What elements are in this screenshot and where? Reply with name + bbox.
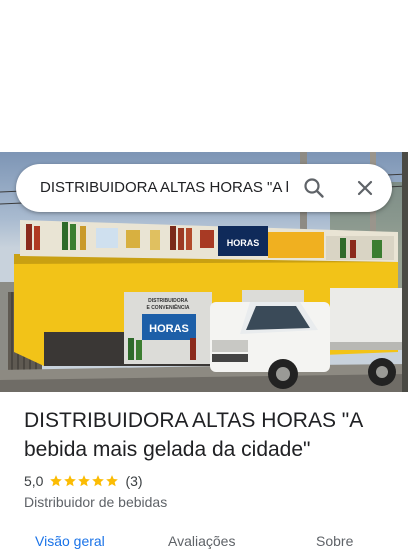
clear-search-button[interactable]: [349, 172, 381, 204]
star-icon: [78, 475, 91, 487]
place-category[interactable]: Distribuidor de bebidas: [24, 493, 167, 511]
map-blank-area: [0, 0, 408, 152]
tab-reviews[interactable]: Avaliações: [168, 532, 235, 550]
tab-overview[interactable]: Visão geral: [35, 532, 105, 550]
tab-about[interactable]: Sobre: [316, 532, 353, 550]
shutter-text-line1: DISTRIBUIDORA: [148, 298, 188, 304]
rating-row: 5,0 (3): [24, 472, 143, 490]
search-button[interactable]: [298, 172, 330, 204]
search-input[interactable]: DISTRIBUIDORA ALTAS HORAS "A bebida mais…: [40, 164, 288, 212]
star-icon: [92, 475, 105, 487]
place-tabs: Visão geral Avaliações Sobre: [0, 528, 408, 549]
close-icon: [357, 180, 373, 196]
star-icon: [106, 475, 119, 487]
shutter-text-line2: E CONVENIÊNCIA: [146, 303, 189, 311]
sign-logo-text: HORAS: [227, 238, 260, 248]
star-icon: [64, 475, 77, 487]
rating-value: 5,0: [24, 473, 44, 489]
search-icon: [304, 178, 324, 198]
place-title: DISTRIBUIDORA ALTAS HORAS "A bebida mais…: [24, 409, 363, 461]
review-count-link[interactable]: (3): [125, 472, 142, 490]
rating-stars: [49, 474, 119, 488]
star-icon: [50, 475, 63, 487]
search-box[interactable]: DISTRIBUIDORA ALTAS HORAS "A bebida mais…: [16, 164, 392, 212]
shutter-logo-text: HORAS: [149, 323, 189, 335]
